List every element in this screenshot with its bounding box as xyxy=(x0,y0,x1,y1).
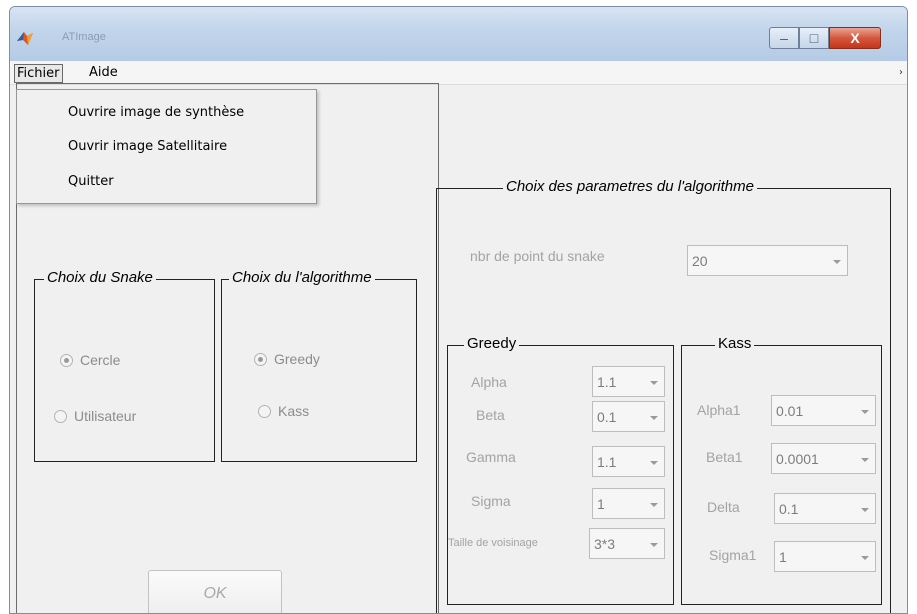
nbr-points-select[interactable]: 20 xyxy=(687,245,848,276)
menu-item-quitter[interactable]: Quitter xyxy=(68,174,114,189)
nbr-points-value: 20 xyxy=(692,253,708,269)
beta-select[interactable]: 0.1 xyxy=(592,401,665,432)
params-group-title: Choix des parametres du l'algorithme xyxy=(503,178,757,195)
chevron-down-icon xyxy=(861,458,869,462)
title-bar[interactable]: ATImage – □ X xyxy=(10,7,907,61)
radio-kass[interactable]: Kass xyxy=(258,403,309,419)
taille-voisinage-value: 3*3 xyxy=(594,536,616,552)
delta-value: 0.1 xyxy=(779,501,799,517)
radio-greedy[interactable]: Greedy xyxy=(254,351,320,367)
menu-overflow-icon[interactable]: › xyxy=(899,67,903,78)
radio-unchecked-icon xyxy=(54,409,67,423)
chevron-down-icon xyxy=(650,381,658,385)
delta-label: Delta xyxy=(707,499,740,515)
maximize-button[interactable]: □ xyxy=(799,27,829,49)
snake-group xyxy=(34,279,215,462)
chevron-down-icon xyxy=(861,410,869,414)
beta1-select[interactable]: 0.0001 xyxy=(771,443,876,474)
snake-group-title: Choix du Snake xyxy=(44,269,156,286)
alpha-label: Alpha xyxy=(471,374,507,390)
menu-item-ouvrire-image-synthese[interactable]: Ouvrire image de synthèse xyxy=(68,105,244,120)
sigma1-select[interactable]: 1 xyxy=(774,541,876,572)
radio-utilisateur-label: Utilisateur xyxy=(74,408,137,424)
radio-utilisateur[interactable]: Utilisateur xyxy=(54,408,136,424)
beta-value: 0.1 xyxy=(597,409,617,425)
chevron-down-icon xyxy=(861,556,869,560)
taille-voisinage-select[interactable]: 3*3 xyxy=(589,528,665,559)
radio-kass-label: Kass xyxy=(278,403,310,419)
alpha-select[interactable]: 1.1 xyxy=(592,366,665,397)
radio-cercle-label: Cercle xyxy=(80,352,121,368)
sigma-value: 1 xyxy=(597,496,605,512)
beta1-label: Beta1 xyxy=(706,449,743,465)
taille-voisinage-label: Taille de voisinage xyxy=(448,537,538,549)
alpha1-label: Alpha1 xyxy=(697,402,741,418)
menu-bar: Fichier Aide › xyxy=(10,61,907,85)
radio-checked-icon xyxy=(254,352,267,366)
gamma-select[interactable]: 1.1 xyxy=(592,446,665,477)
radio-checked-icon xyxy=(60,353,73,367)
window-title: ATImage xyxy=(62,31,106,43)
nbr-points-label: nbr de point du snake xyxy=(470,248,605,264)
chevron-down-icon xyxy=(650,503,658,507)
sigma1-label: Sigma1 xyxy=(709,547,757,563)
sigma-label: Sigma xyxy=(471,493,511,509)
minimize-icon: – xyxy=(780,30,788,46)
delta-select[interactable]: 0.1 xyxy=(774,493,876,524)
sigma-select[interactable]: 1 xyxy=(592,488,665,519)
beta-label: Beta xyxy=(476,407,505,423)
chevron-down-icon xyxy=(650,461,658,465)
app-window: ATImage – □ X Fichier Aide › Choix du Sn… xyxy=(9,6,908,614)
greedy-group-title: Greedy xyxy=(464,335,520,352)
chevron-down-icon xyxy=(861,508,869,512)
algo-group xyxy=(221,279,417,462)
chevron-down-icon xyxy=(650,416,658,420)
ok-button[interactable]: OK xyxy=(148,570,282,613)
alpha1-value: 0.01 xyxy=(776,403,804,419)
chevron-down-icon xyxy=(833,260,841,264)
maximize-icon: □ xyxy=(809,30,819,46)
minimize-button[interactable]: – xyxy=(769,27,799,49)
radio-greedy-label: Greedy xyxy=(274,351,320,367)
sigma1-value: 1 xyxy=(779,549,787,565)
alpha1-select[interactable]: 0.01 xyxy=(771,395,876,426)
menu-fichier[interactable]: Fichier xyxy=(14,64,63,83)
radio-unchecked-icon xyxy=(258,404,271,418)
kass-group-title: Kass xyxy=(715,335,755,352)
radio-cercle[interactable]: Cercle xyxy=(60,352,120,368)
menu-aide[interactable]: Aide xyxy=(87,64,120,81)
close-button[interactable]: X xyxy=(829,27,881,49)
matlab-icon xyxy=(17,32,33,45)
fichier-dropdown-menu: Ouvrire image de synthèse Ouvrir image S… xyxy=(16,89,317,204)
gamma-value: 1.1 xyxy=(597,454,617,470)
beta1-value: 0.0001 xyxy=(776,451,819,467)
close-icon: X xyxy=(850,30,860,46)
chevron-down-icon xyxy=(650,543,658,547)
algo-group-title: Choix du l'algorithme xyxy=(229,269,375,286)
menu-item-ouvrir-image-satellitaire[interactable]: Ouvrir image Satellitaire xyxy=(68,139,227,154)
gamma-label: Gamma xyxy=(466,449,516,465)
alpha-value: 1.1 xyxy=(597,374,617,390)
